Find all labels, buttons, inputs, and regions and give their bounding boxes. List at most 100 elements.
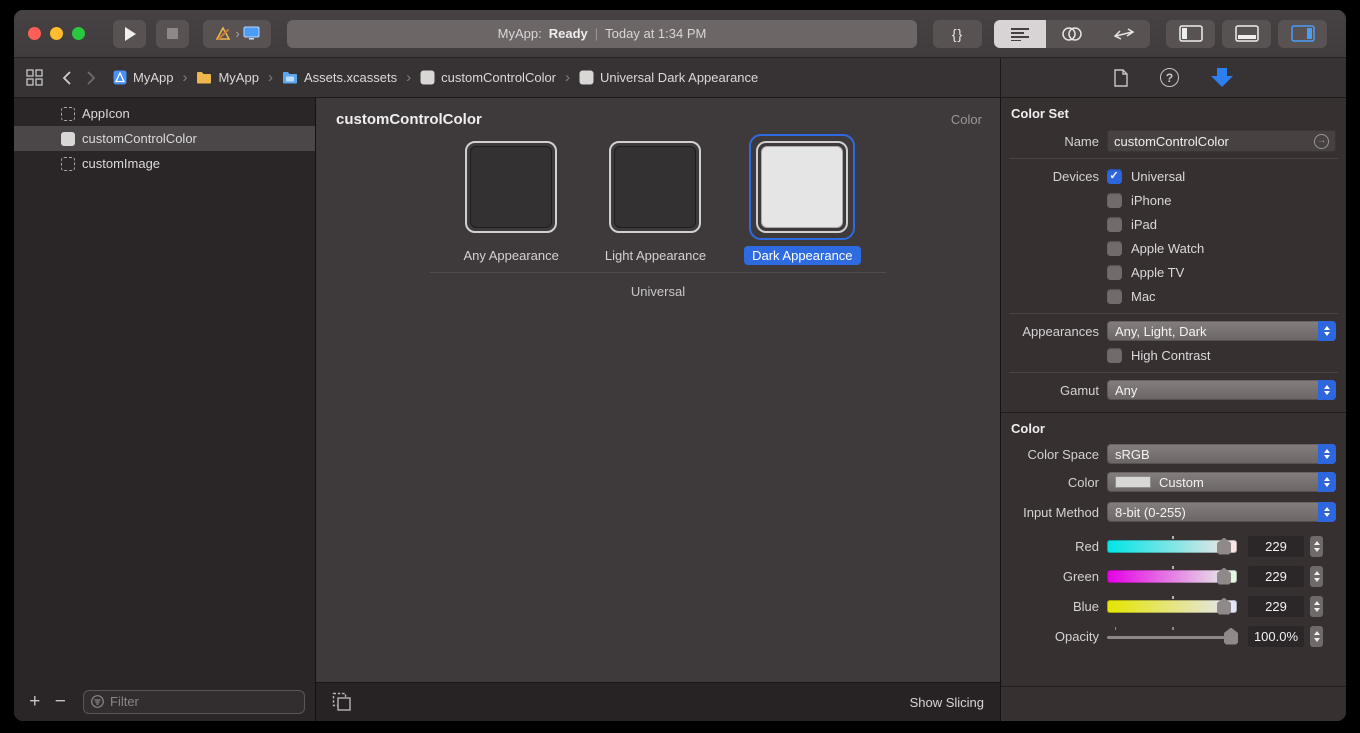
asset-item-appicon[interactable]: AppIcon	[14, 101, 315, 126]
file-inspector-tab[interactable]	[1114, 69, 1128, 87]
filter-input[interactable]	[110, 694, 297, 709]
breadcrumb-asset-catalog[interactable]: Assets.xcassets	[282, 70, 397, 85]
apple-watch-checkbox[interactable]	[1107, 241, 1122, 256]
divider	[1009, 158, 1338, 159]
breadcrumb-group-folder[interactable]: MyApp	[196, 70, 258, 85]
devices-row-apple-tv: Apple TV	[1001, 260, 1346, 284]
color-popup[interactable]: Custom	[1107, 472, 1336, 492]
asset-item-customimage[interactable]: customImage	[14, 151, 315, 176]
asset-item-label: customControlColor	[82, 131, 197, 146]
run-button[interactable]	[113, 20, 146, 48]
blue-value-field[interactable]: 229	[1248, 596, 1304, 617]
red-slider[interactable]	[1107, 540, 1237, 553]
device-group-label: Universal	[316, 284, 1000, 299]
filter-field[interactable]	[83, 690, 305, 714]
red-stepper[interactable]	[1310, 536, 1323, 557]
breadcrumb-project[interactable]: MyApp	[113, 70, 173, 85]
name-label: Name	[1001, 134, 1107, 149]
toggle-debug-area-button[interactable]	[1222, 20, 1271, 48]
devices-row-mac: Mac	[1001, 284, 1346, 308]
appearances-popup[interactable]: Any, Light, Dark	[1107, 321, 1336, 341]
assistant-editor-button[interactable]	[1046, 20, 1098, 48]
quick-help-inspector-tab[interactable]: ?	[1160, 68, 1179, 87]
jump-bar: MyApp › MyApp › Assets.	[14, 58, 1346, 98]
toggle-navigator-button[interactable]	[1166, 20, 1215, 48]
overlapping-circles-icon	[1061, 26, 1083, 42]
related-items-icon[interactable]	[26, 69, 43, 86]
green-value-field[interactable]: 229	[1248, 566, 1304, 587]
attributes-inspector-tab[interactable]	[1211, 68, 1233, 87]
breadcrumb-color-set[interactable]: customControlColor	[420, 70, 556, 85]
standard-editor-button[interactable]	[994, 20, 1046, 48]
scheme-selector[interactable]: ›	[203, 20, 271, 48]
slider-thumb[interactable]	[1217, 568, 1231, 585]
main-content: AppIcon customControlColor customImage +…	[14, 98, 1346, 721]
opacity-value-field[interactable]: 100.0%	[1248, 626, 1304, 647]
inspector-bottom-bar	[1001, 686, 1346, 721]
library-button[interactable]: {}	[933, 20, 982, 48]
divider	[1009, 313, 1338, 314]
breadcrumb: MyApp › MyApp › Assets.	[14, 58, 1000, 97]
forward-button[interactable]	[87, 71, 96, 85]
name-row: Name customControlColor →	[1001, 129, 1346, 153]
minimize-window-button[interactable]	[50, 27, 63, 40]
checkbox-label: Mac	[1131, 289, 1156, 304]
slider-thumb[interactable]	[1224, 628, 1238, 645]
toggle-inspector-button[interactable]	[1278, 20, 1327, 48]
stop-button[interactable]	[156, 20, 189, 48]
blue-label: Blue	[1001, 599, 1107, 614]
back-button[interactable]	[62, 71, 71, 85]
activity-status-display[interactable]: MyApp: Ready | Today at 1:34 PM	[287, 20, 917, 48]
name-value: customControlColor	[1114, 134, 1229, 149]
color-fill	[761, 146, 843, 228]
slider-thumb[interactable]	[1217, 538, 1231, 555]
show-overview-icon[interactable]	[332, 692, 352, 712]
universal-checkbox[interactable]	[1107, 169, 1122, 184]
color-value: Custom	[1159, 475, 1204, 490]
opacity-slider[interactable]	[1107, 630, 1237, 643]
breadcrumb-separator: ›	[182, 69, 187, 86]
well-frame	[458, 134, 564, 240]
name-field[interactable]: customControlColor →	[1107, 130, 1336, 152]
apple-tv-checkbox[interactable]	[1107, 265, 1122, 280]
light-appearance-color-well[interactable]	[609, 141, 701, 233]
green-slider[interactable]	[1107, 570, 1237, 583]
green-stepper[interactable]	[1310, 566, 1323, 587]
red-value-field[interactable]: 229	[1248, 536, 1304, 557]
close-window-button[interactable]	[28, 27, 41, 40]
color-label: Color	[1001, 475, 1107, 490]
any-appearance-color-well[interactable]	[465, 141, 557, 233]
well-frame-selected	[749, 134, 855, 240]
ipad-checkbox[interactable]	[1107, 217, 1122, 232]
asset-item-customcontrolcolor[interactable]: customControlColor	[14, 126, 315, 151]
blue-slider[interactable]	[1107, 600, 1237, 613]
version-editor-button[interactable]	[1098, 20, 1150, 48]
mac-checkbox[interactable]	[1107, 289, 1122, 304]
asset-list: AppIcon customControlColor customImage	[14, 98, 315, 682]
jump-to-definition-icon[interactable]: →	[1314, 134, 1329, 149]
dark-appearance-color-well[interactable]	[756, 141, 848, 233]
input-method-popup[interactable]: 8-bit (0-255)	[1107, 502, 1336, 522]
show-slicing-button[interactable]: Show Slicing	[910, 695, 984, 710]
slider-thumb[interactable]	[1217, 598, 1231, 615]
zoom-window-button[interactable]	[72, 27, 85, 40]
breadcrumb-color-variant[interactable]: Universal Dark Appearance	[579, 70, 758, 85]
iphone-checkbox[interactable]	[1107, 193, 1122, 208]
gamut-value: Any	[1115, 383, 1137, 398]
app-icon-placeholder-icon	[61, 107, 75, 121]
blue-stepper[interactable]	[1310, 596, 1323, 617]
gamut-popup[interactable]: Any	[1107, 380, 1336, 400]
add-asset-button[interactable]: +	[24, 692, 46, 712]
color-fill	[614, 146, 696, 228]
attributes-inspector: Color Set Name customControlColor → Devi…	[1000, 98, 1346, 721]
remove-asset-button[interactable]: −	[50, 692, 72, 712]
slider-line	[1107, 636, 1237, 639]
color-section-header: Color	[1001, 413, 1346, 438]
devices-row-ipad: iPad	[1001, 212, 1346, 236]
high-contrast-checkbox[interactable]	[1107, 348, 1122, 363]
traffic-lights	[28, 27, 85, 40]
color-space-popup[interactable]: sRGB	[1107, 444, 1336, 464]
appearances-row: Appearances Any, Light, Dark	[1001, 319, 1346, 343]
opacity-stepper[interactable]	[1310, 626, 1323, 647]
breadcrumb-label: Assets.xcassets	[304, 70, 397, 85]
